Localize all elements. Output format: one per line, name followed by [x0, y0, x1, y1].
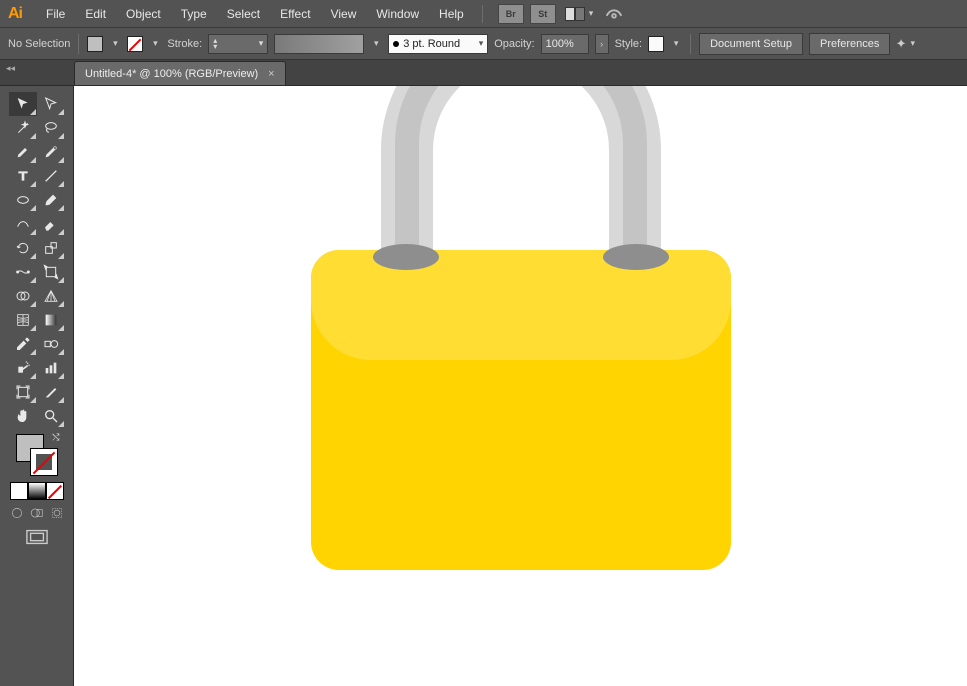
- lasso-tool[interactable]: [37, 116, 65, 140]
- blend-tool[interactable]: [37, 332, 65, 356]
- menu-view[interactable]: View: [321, 3, 367, 25]
- chevron-down-icon: ▾: [589, 8, 594, 19]
- type-tool[interactable]: [9, 164, 37, 188]
- tools-panel: ⤭: [0, 86, 74, 686]
- opacity-input[interactable]: 100%: [541, 34, 589, 54]
- chevron-down-icon[interactable]: ▾: [109, 36, 121, 52]
- screen-mode-icon[interactable]: [26, 529, 48, 548]
- menu-help[interactable]: Help: [429, 3, 474, 25]
- selection-status: No Selection: [8, 38, 70, 50]
- line-segment-tool[interactable]: [37, 164, 65, 188]
- panel-collapse-icon[interactable]: ◂◂: [0, 60, 74, 76]
- direct-selection-tool[interactable]: [37, 92, 65, 116]
- gradient-tool[interactable]: [37, 308, 65, 332]
- opacity-more-icon[interactable]: ›: [595, 34, 609, 54]
- chevron-down-icon[interactable]: ▾: [149, 36, 161, 52]
- opacity-label: Opacity:: [494, 38, 534, 50]
- draw-behind-icon[interactable]: [30, 506, 44, 523]
- close-icon[interactable]: ×: [268, 68, 274, 80]
- rotate-tool[interactable]: [9, 236, 37, 260]
- shape-builder-tool[interactable]: [9, 284, 37, 308]
- perspective-grid-tool[interactable]: [37, 284, 65, 308]
- graphic-style-swatch[interactable]: [648, 36, 664, 52]
- brush-definition-label: 3 pt. Round: [403, 38, 460, 50]
- divider: [78, 34, 79, 54]
- menu-window[interactable]: Window: [366, 3, 429, 25]
- menu-effect[interactable]: Effect: [270, 3, 320, 25]
- color-mode-gradient[interactable]: [28, 482, 46, 500]
- chevron-down-icon[interactable]: ▾: [670, 36, 682, 52]
- document-setup-button[interactable]: Document Setup: [699, 33, 803, 55]
- variable-width-profile[interactable]: [274, 34, 364, 54]
- style-label: Style:: [615, 38, 643, 50]
- gpu-preview-icon[interactable]: [603, 5, 625, 23]
- color-mode-solid[interactable]: [10, 482, 28, 500]
- color-mode-row: [10, 482, 64, 500]
- stroke-swatch[interactable]: [127, 36, 143, 52]
- hand-tool[interactable]: [9, 404, 37, 428]
- swap-fill-stroke-icon[interactable]: ⤭: [52, 432, 59, 443]
- divider: [690, 34, 691, 54]
- stroke-weight-input[interactable]: ▴▾ ▾: [208, 34, 268, 54]
- document-tab[interactable]: Untitled-4* @ 100% (RGB/Preview) ×: [74, 61, 286, 85]
- selection-tool[interactable]: [9, 92, 37, 116]
- divider: [482, 5, 483, 23]
- eyedropper-tool[interactable]: [9, 332, 37, 356]
- menu-type[interactable]: Type: [171, 3, 217, 25]
- pen-tool[interactable]: [9, 140, 37, 164]
- color-mode-none[interactable]: [46, 482, 64, 500]
- menu-bar: Ai File Edit Object Type Select Effect V…: [0, 0, 967, 28]
- scale-tool[interactable]: [37, 236, 65, 260]
- draw-inside-icon[interactable]: [50, 506, 64, 523]
- shaper-tool[interactable]: [9, 212, 37, 236]
- magic-wand-tool[interactable]: [9, 116, 37, 140]
- menu-edit[interactable]: Edit: [75, 3, 116, 25]
- fill-swatch[interactable]: [87, 36, 103, 52]
- eraser-tool[interactable]: [37, 212, 65, 236]
- menu-object[interactable]: Object: [116, 3, 171, 25]
- stroke-color-icon[interactable]: [30, 448, 58, 476]
- document-tab-title: Untitled-4* @ 100% (RGB/Preview): [85, 68, 258, 80]
- menu-file[interactable]: File: [36, 3, 75, 25]
- column-graph-tool[interactable]: [37, 356, 65, 380]
- menu-select[interactable]: Select: [217, 3, 270, 25]
- free-transform-tool[interactable]: [37, 260, 65, 284]
- slice-tool[interactable]: [37, 380, 65, 404]
- bridge-button[interactable]: Br: [498, 4, 524, 24]
- document-tab-strip: Untitled-4* @ 100% (RGB/Preview) ×: [0, 60, 967, 86]
- stock-button[interactable]: St: [530, 4, 556, 24]
- chevron-down-icon[interactable]: ▾: [370, 36, 382, 52]
- fill-stroke-control[interactable]: ⤭: [16, 434, 58, 476]
- control-bar: No Selection ▾ ▾ Stroke: ▴▾ ▾ ▾ 3 pt. Ro…: [0, 28, 967, 60]
- canvas[interactable]: [74, 86, 967, 686]
- symbol-sprayer-tool[interactable]: [9, 356, 37, 380]
- arrange-documents-button[interactable]: ▾: [565, 7, 598, 21]
- curvature-tool[interactable]: [37, 140, 65, 164]
- app-logo-icon: Ai: [8, 5, 22, 23]
- width-tool[interactable]: [9, 260, 37, 284]
- paintbrush-tool[interactable]: [37, 188, 65, 212]
- align-to-icon[interactable]: ✦▾: [896, 33, 918, 55]
- zoom-tool[interactable]: [37, 404, 65, 428]
- preferences-button[interactable]: Preferences: [809, 33, 890, 55]
- artwork-padlock-icon: [311, 250, 731, 570]
- brush-definition[interactable]: 3 pt. Round ▾: [388, 34, 488, 54]
- mesh-tool[interactable]: [9, 308, 37, 332]
- draw-normal-icon[interactable]: [10, 506, 24, 523]
- ellipse-tool[interactable]: [9, 188, 37, 212]
- stroke-label: Stroke:: [167, 38, 202, 50]
- artboard-tool[interactable]: [9, 380, 37, 404]
